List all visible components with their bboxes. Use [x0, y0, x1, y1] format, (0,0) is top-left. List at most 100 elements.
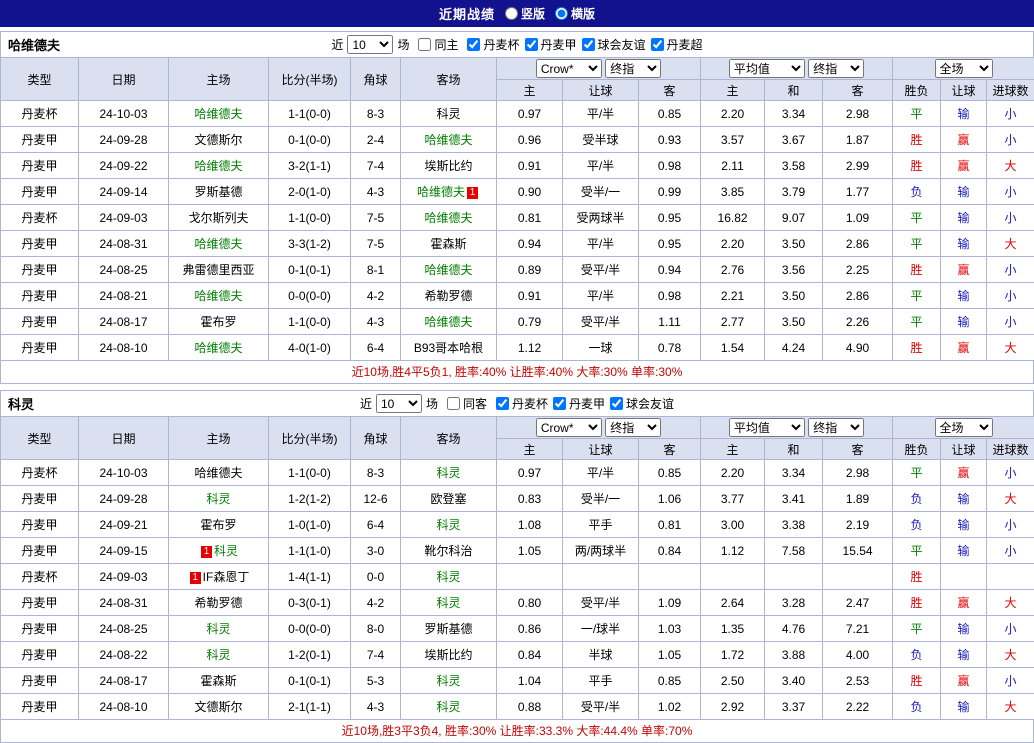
handicap-cell	[563, 564, 639, 590]
col-header-handicap-result: 让球	[941, 439, 987, 460]
league-filter-checkbox[interactable]: 丹麦甲	[525, 36, 577, 53]
handicap-result-cell: 输	[941, 538, 987, 564]
league-filter-checkbox[interactable]: 丹麦超	[651, 36, 703, 53]
avg-away-odds-cell: 7.21	[823, 616, 893, 642]
handicap-result-cell: 输	[941, 205, 987, 231]
avg-draw-odds-cell: 3.41	[765, 486, 823, 512]
league-filter-checkbox[interactable]: 丹麦杯	[467, 36, 519, 53]
handicap-cell: 受平/半	[563, 590, 639, 616]
same-venue-checkbox[interactable]: 同主	[418, 36, 458, 53]
avg-away-odds-cell: 2.47	[823, 590, 893, 616]
avg-home-odds-cell: 2.20	[701, 231, 765, 257]
away-team-cell: 科灵	[401, 694, 497, 720]
avg-home-odds-cell: 3.77	[701, 486, 765, 512]
same-venue-checkbox-input[interactable]	[447, 397, 460, 410]
layout-vertical-radio[interactable]: 竖版	[505, 5, 545, 22]
score-cell: 1-2(0-1)	[269, 642, 351, 668]
avg-home-odds-cell: 16.82	[701, 205, 765, 231]
team-name-text: 哈维德夫	[194, 237, 242, 251]
avg-home-odds-cell: 3.85	[701, 179, 765, 205]
avg-away-odds-cell: 2.86	[823, 283, 893, 309]
league-checkbox-input[interactable]	[610, 397, 623, 410]
score-cell: 1-4(1-1)	[269, 564, 351, 590]
league-cell: 丹麦甲	[1, 512, 79, 538]
result-cell: 负	[893, 512, 941, 538]
avg-home-odds-cell: 2.92	[701, 694, 765, 720]
table-header: 类型 日期 主场 比分(半场) 角球 客场 Crow* 终指	[1, 417, 1034, 460]
goals-result-cell: 大	[987, 153, 1034, 179]
horizontal-radio-input[interactable]	[555, 7, 568, 20]
league-checkbox-input[interactable]	[651, 38, 664, 51]
league-filters: 丹麦杯丹麦甲球会友谊	[491, 395, 674, 413]
match-row: 丹麦甲24-08-10哈维德夫4-0(1-0)6-4B93哥本哈根1.12一球0…	[1, 335, 1034, 361]
odds-stage-select[interactable]: 终指	[605, 418, 661, 437]
handicap-cell: 一球	[563, 335, 639, 361]
avg-home-odds-cell: 1.35	[701, 616, 765, 642]
average-select[interactable]: 平均值	[729, 59, 805, 78]
layout-horizontal-radio[interactable]: 横版	[555, 5, 595, 22]
team-name-text: 霍布罗	[200, 518, 236, 532]
col-header-corners: 角球	[351, 58, 401, 101]
league-filter-checkbox[interactable]: 球会友谊	[582, 36, 646, 53]
avg-home-odds-cell: 3.57	[701, 127, 765, 153]
average-stage-select[interactable]: 终指	[808, 59, 864, 78]
home-odds-cell: 1.12	[497, 335, 563, 361]
match-row: 丹麦甲24-08-25科灵0-0(0-0)8-0罗斯基德0.86一/球半1.03…	[1, 616, 1034, 642]
home-odds-cell: 1.05	[497, 538, 563, 564]
vertical-radio-input[interactable]	[505, 7, 518, 20]
bookmaker-select[interactable]: Crow*	[536, 59, 602, 78]
team-name-text: 埃斯比约	[424, 159, 472, 173]
same-venue-checkbox[interactable]: 同客	[447, 395, 487, 412]
league-checkbox-input[interactable]	[553, 397, 566, 410]
odds-stage-select[interactable]: 终指	[605, 59, 661, 78]
handicap-cell: 平手	[563, 668, 639, 694]
league-filter-checkbox[interactable]: 球会友谊	[610, 395, 674, 412]
result-cell: 胜	[893, 127, 941, 153]
away-team-cell: B93哥本哈根	[401, 335, 497, 361]
league-checkbox-input[interactable]	[582, 38, 595, 51]
result-cell: 负	[893, 642, 941, 668]
date-cell: 24-08-25	[79, 616, 169, 642]
same-venue-checkbox-input[interactable]	[418, 38, 431, 51]
league-cell: 丹麦杯	[1, 460, 79, 486]
match-row: 丹麦甲24-08-10文德斯尔2-1(1-1)4-3科灵0.88受平/半1.02…	[1, 694, 1034, 720]
match-row: 丹麦甲24-08-22科灵1-2(0-1)7-4埃斯比约0.84半球1.051.…	[1, 642, 1034, 668]
league-checkbox-input[interactable]	[496, 397, 509, 410]
team-name-text: 哈维德夫	[424, 133, 472, 147]
home-odds-cell: 0.83	[497, 486, 563, 512]
col-header-avg-draw: 和	[765, 80, 823, 101]
home-odds-cell: 0.97	[497, 101, 563, 127]
col-header-goals: 进球数	[987, 439, 1034, 460]
goals-result-cell: 大	[987, 694, 1034, 720]
league-checkbox-input[interactable]	[525, 38, 538, 51]
corners-cell: 3-0	[351, 538, 401, 564]
avg-away-odds-cell: 2.19	[823, 512, 893, 538]
avg-away-odds-cell: 1.09	[823, 205, 893, 231]
red-card-badge: 1	[467, 187, 478, 199]
handicap-result-cell: 输	[941, 309, 987, 335]
date-cell: 24-09-03	[79, 564, 169, 590]
avg-home-odds-cell: 2.50	[701, 668, 765, 694]
away-odds-cell: 0.95	[639, 231, 701, 257]
league-checkbox-input[interactable]	[467, 38, 480, 51]
average-select[interactable]: 平均值	[729, 418, 805, 437]
avg-draw-odds-cell: 3.56	[765, 257, 823, 283]
team-name-text: 霍布罗	[200, 315, 236, 329]
scope-select[interactable]: 全场	[935, 59, 993, 78]
home-team-cell: 哈维德夫	[169, 231, 269, 257]
league-filter-checkbox[interactable]: 丹麦甲	[553, 395, 605, 412]
page-title: 近期战绩	[439, 4, 495, 23]
score-cell: 1-1(0-0)	[269, 309, 351, 335]
home-team-cell: 1IF森恩丁	[169, 564, 269, 590]
date-cell: 24-09-21	[79, 512, 169, 538]
match-count-select[interactable]: 10	[376, 394, 422, 413]
scope-select[interactable]: 全场	[935, 418, 993, 437]
col-header-away: 客场	[401, 417, 497, 460]
bookmaker-select[interactable]: Crow*	[536, 418, 602, 437]
handicap-cell: 平/半	[563, 460, 639, 486]
average-stage-select[interactable]: 终指	[808, 418, 864, 437]
match-count-select[interactable]: 10	[347, 35, 393, 54]
league-filter-checkbox[interactable]: 丹麦杯	[496, 395, 548, 412]
match-row: 丹麦杯24-10-03哈维德夫1-1(0-0)8-3科灵0.97平/半0.852…	[1, 460, 1034, 486]
avg-away-odds-cell: 4.00	[823, 642, 893, 668]
